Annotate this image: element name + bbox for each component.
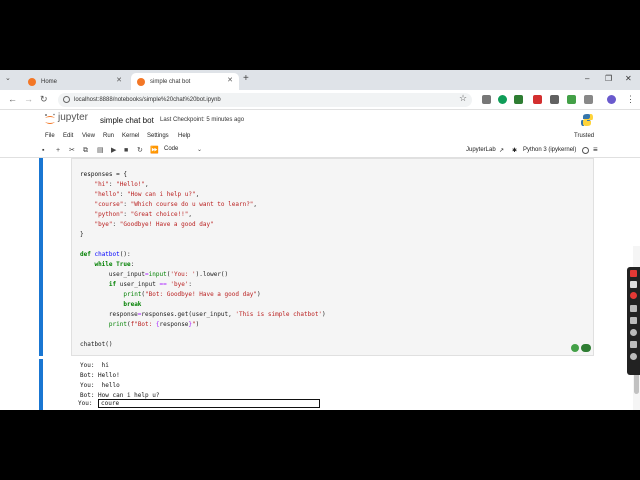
output-line: You: hi [80, 362, 109, 369]
kernel-name[interactable]: Python 3 (ipykernel) [523, 147, 576, 153]
cut-icon[interactable]: ✂ [69, 146, 75, 155]
extension-green-icon[interactable] [498, 95, 507, 104]
forward-icon[interactable]: → [24, 94, 33, 104]
webcam-icon[interactable] [630, 329, 637, 336]
profile-avatar-icon[interactable] [607, 95, 616, 104]
browser-menu-icon[interactable]: ⋮ [626, 94, 635, 105]
stdin-input[interactable] [98, 399, 320, 408]
code-block[interactable]: responses = { "hi": "Hello!", "hello": "… [80, 160, 326, 350]
tab-search-icon[interactable]: ⌄ [5, 74, 11, 82]
camera-extension-icon[interactable] [482, 95, 491, 104]
close-tab-icon[interactable]: ✕ [116, 76, 122, 84]
jupyterlab-link[interactable]: JupyterLab [466, 147, 496, 153]
settings-gear-icon[interactable] [630, 353, 637, 360]
jupyter-favicon-icon [137, 77, 145, 86]
bookmark-star-icon[interactable]: ☆ [459, 93, 467, 104]
tab-bar: ⌄ Home ✕ simple chat bot ✕ + – ❐ ✕ [0, 70, 640, 90]
save-icon[interactable]: ▪ [42, 146, 44, 155]
menu-settings[interactable]: Settings [147, 133, 169, 139]
extension-shield-icon[interactable] [567, 95, 576, 104]
cell-type-value: Code [164, 146, 179, 152]
chevron-down-icon: ⌄ [196, 147, 202, 153]
browser-window: ⌄ Home ✕ simple chat bot ✕ + – ❐ ✕ ← → ↻… [0, 70, 640, 410]
menu-run[interactable]: Run [103, 133, 114, 139]
output-line: Bot: Hello! [80, 372, 120, 379]
menu-help[interactable]: Help [178, 133, 190, 139]
cell-type-select[interactable]: Code ⌄ [164, 146, 204, 155]
tab-simple-chat-bot[interactable]: simple chat bot ✕ [131, 73, 239, 90]
output-cell-bar [39, 359, 43, 410]
stop-icon[interactable]: ■ [124, 146, 128, 155]
external-link-icon[interactable]: ↗ [499, 147, 504, 154]
jupyter-logo-icon[interactable] [44, 113, 56, 127]
window-icon[interactable] [630, 341, 637, 348]
menu-kernel[interactable]: Kernel [122, 133, 139, 139]
output-line: Bot: How can i help u? [80, 392, 160, 399]
notebook-area: responses = { "hi": "Hello!", "hello": "… [0, 158, 640, 410]
close-tab-icon[interactable]: ✕ [227, 76, 233, 84]
recording-dot-icon [630, 270, 637, 277]
stdin-prompt: You: [78, 400, 97, 407]
run-icon[interactable]: ▶ [111, 146, 116, 155]
extensions-puzzle-icon[interactable] [584, 95, 593, 104]
mic-icon[interactable] [630, 305, 637, 312]
output-line: You: hello [80, 382, 120, 389]
reload-icon[interactable]: ↻ [40, 94, 48, 105]
screen-recorder-toolbar [627, 267, 640, 375]
debugger-icon[interactable]: ✱ [512, 147, 517, 154]
minimize-icon[interactable]: – [585, 74, 589, 83]
kernel-status-icon [582, 147, 589, 154]
tab-label: simple chat bot [150, 78, 191, 85]
pen-icon[interactable] [630, 317, 637, 324]
site-info-icon[interactable] [63, 96, 70, 103]
cell-status-icon[interactable] [571, 344, 579, 352]
toolbar-menu-icon[interactable]: ≡ [593, 145, 598, 154]
extension-grid-icon[interactable] [550, 95, 559, 104]
close-window-icon[interactable]: ✕ [625, 74, 632, 83]
tab-label: Home [41, 78, 58, 85]
jupyter-logo-text: jupyter [58, 112, 89, 123]
trusted-indicator[interactable]: Trusted [574, 133, 594, 139]
jupyter-header: jupyter simple chat bot Last Checkpoint:… [0, 110, 640, 130]
tab-home[interactable]: Home ✕ [22, 73, 128, 90]
record-icon[interactable] [630, 292, 637, 299]
notebook-title[interactable]: simple chat bot [100, 116, 154, 125]
maximize-icon[interactable]: ❐ [605, 74, 612, 83]
python-logo-icon [581, 114, 593, 126]
address-bar: ← → ↻ localhost:8888/notebooks/simple%20… [0, 90, 640, 110]
cell-chat-icon[interactable] [581, 344, 591, 352]
restart-icon[interactable]: ↻ [137, 146, 143, 155]
menu-view[interactable]: View [82, 133, 95, 139]
url-field[interactable]: localhost:8888/notebooks/simple%20chat%2… [58, 93, 472, 107]
extension-red-icon[interactable] [533, 95, 542, 104]
menu-file[interactable]: File [45, 133, 55, 139]
new-tab-icon[interactable]: + [243, 73, 249, 84]
paste-icon[interactable]: ▤ [97, 146, 104, 155]
jupyter-favicon-icon [28, 77, 36, 86]
extension-grammarly-icon[interactable] [514, 95, 523, 104]
fast-forward-icon[interactable]: ⏩ [150, 146, 159, 155]
notebook-toolbar: ▪ + ✂ ⧉ ▤ ▶ ■ ↻ ⏩ Code ⌄ JupyterLab ↗ ✱ … [0, 143, 640, 158]
output-area: You: hi Bot: Hello! You: hello Bot: How … [80, 361, 159, 401]
copy-icon[interactable]: ⧉ [83, 146, 88, 155]
menu-edit[interactable]: Edit [63, 133, 73, 139]
menu-bar: File Edit View Run Kernel Settings Help … [0, 130, 640, 143]
checkpoint-status: Last Checkpoint: 5 minutes ago [160, 117, 245, 123]
insert-cell-icon[interactable]: + [56, 146, 60, 155]
url-text: localhost:8888/notebooks/simple%20chat%2… [74, 97, 221, 103]
back-icon[interactable]: ← [8, 94, 17, 104]
active-cell-bar [39, 158, 43, 356]
camera-icon[interactable] [630, 281, 637, 288]
